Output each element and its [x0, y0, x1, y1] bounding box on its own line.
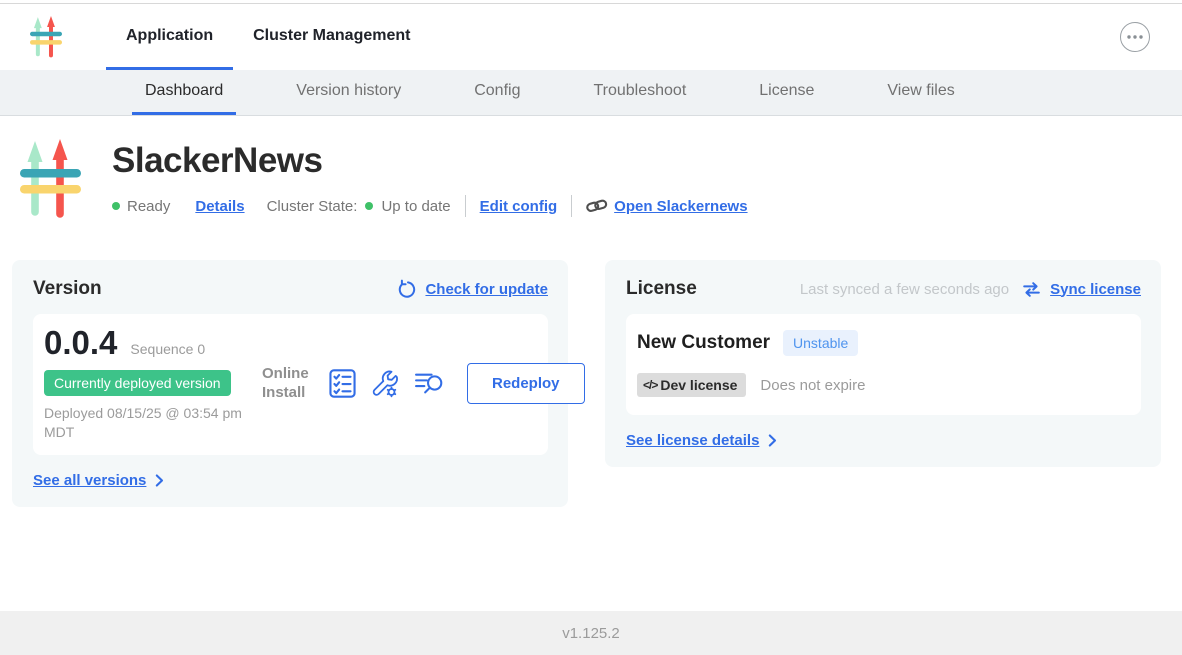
customer-name: New Customer	[637, 332, 770, 354]
overflow-menu-button[interactable]	[1120, 22, 1150, 52]
console-version: v1.125.2	[562, 625, 620, 642]
dashboard-cards: Version Check for update 0.0.4 Sequ	[12, 260, 1170, 507]
code-icon: </>	[643, 378, 657, 392]
tab-version-history[interactable]: Version history	[283, 70, 414, 115]
see-license-details[interactable]: See license details	[626, 432, 1141, 449]
chevron-right-icon	[155, 474, 164, 487]
license-detail-panel: New Customer Unstable </> Dev license Do…	[626, 314, 1141, 415]
slackernews-logo-icon	[30, 16, 62, 58]
tab-view-files[interactable]: View files	[874, 70, 967, 115]
open-app-link[interactable]: Open Slackernews	[614, 198, 747, 215]
deploy-logs-icon	[414, 370, 445, 397]
expiry-label: Does not expire	[760, 377, 865, 394]
license-card: License Last synced a few seconds ago Sy…	[605, 260, 1161, 467]
topnav: Application Cluster Management	[106, 4, 430, 70]
redeploy-button[interactable]: Redeploy	[467, 363, 585, 404]
app-logo-small	[30, 16, 62, 58]
check-for-update[interactable]: Check for update	[396, 279, 548, 299]
see-all-versions[interactable]: See all versions	[33, 472, 548, 489]
version-card-title: Version	[33, 278, 102, 300]
tab-troubleshoot[interactable]: Troubleshoot	[580, 70, 699, 115]
channel-badge: Unstable	[783, 330, 858, 356]
details-link[interactable]: Details	[195, 198, 244, 215]
tab-config[interactable]: Config	[461, 70, 533, 115]
tab-application[interactable]: Application	[106, 4, 233, 70]
last-synced-label: Last synced a few seconds ago	[800, 281, 1009, 298]
edit-config-link[interactable]: Edit config	[480, 198, 558, 215]
sequence-label: Sequence 0	[130, 341, 205, 357]
kots-admin-console: Application Cluster Management Dashboard…	[0, 0, 1182, 655]
config-button[interactable]	[371, 369, 399, 398]
preflight-checks-icon	[329, 369, 356, 398]
check-for-update-link[interactable]: Check for update	[425, 281, 548, 298]
divider	[465, 195, 466, 217]
console-footer: v1.125.2	[0, 611, 1182, 655]
refresh-icon	[396, 279, 416, 299]
tab-cluster-management[interactable]: Cluster Management	[233, 4, 430, 70]
preflight-checks-button[interactable]	[329, 369, 356, 398]
page-title: SlackerNews	[112, 141, 748, 181]
app-status-label: Ready	[127, 198, 170, 215]
license-card-title: License	[626, 278, 697, 300]
app-hero: SlackerNews Ready Details Cluster State:…	[0, 116, 1182, 224]
app-status-row: Ready Details Cluster State: Up to date …	[112, 195, 748, 217]
license-type-label: Dev license	[660, 377, 737, 393]
ellipsis-icon	[1126, 34, 1144, 40]
app-status-dot	[112, 202, 120, 210]
sync-icon	[1022, 281, 1041, 298]
license-type-badge: </> Dev license	[637, 373, 746, 397]
cluster-state-dot	[365, 202, 373, 210]
tab-dashboard[interactable]: Dashboard	[132, 70, 236, 115]
topbar-spacer	[430, 4, 1120, 70]
app-logo-large	[20, 139, 81, 224]
version-card: Version Check for update 0.0.4 Sequ	[12, 260, 568, 507]
divider	[571, 195, 572, 217]
install-type-label: Online Install	[262, 365, 314, 403]
deployed-timestamp: Deployed 08/15/25 @ 03:54 pm MDT	[44, 404, 262, 442]
sync-license-link[interactable]: Sync license	[1050, 281, 1141, 298]
see-license-details-link[interactable]: See license details	[626, 432, 759, 449]
deploy-logs-button[interactable]	[414, 370, 445, 397]
config-wrench-icon	[371, 369, 399, 398]
see-all-versions-link[interactable]: See all versions	[33, 472, 146, 489]
external-link-icon	[586, 198, 608, 214]
current-version-panel: 0.0.4 Sequence 0 Currently deployed vers…	[33, 314, 548, 455]
version-number: 0.0.4	[44, 326, 117, 361]
deployed-status-badge: Currently deployed version	[44, 370, 231, 396]
cluster-state-label: Cluster State:	[267, 198, 358, 215]
cluster-state-value: Up to date	[381, 198, 450, 215]
tab-license[interactable]: License	[746, 70, 827, 115]
app-subnav: Dashboard Version history Config Trouble…	[0, 70, 1182, 116]
chevron-right-icon	[768, 434, 777, 447]
topbar: Application Cluster Management	[0, 4, 1182, 70]
slackernews-logo-icon	[20, 139, 81, 219]
